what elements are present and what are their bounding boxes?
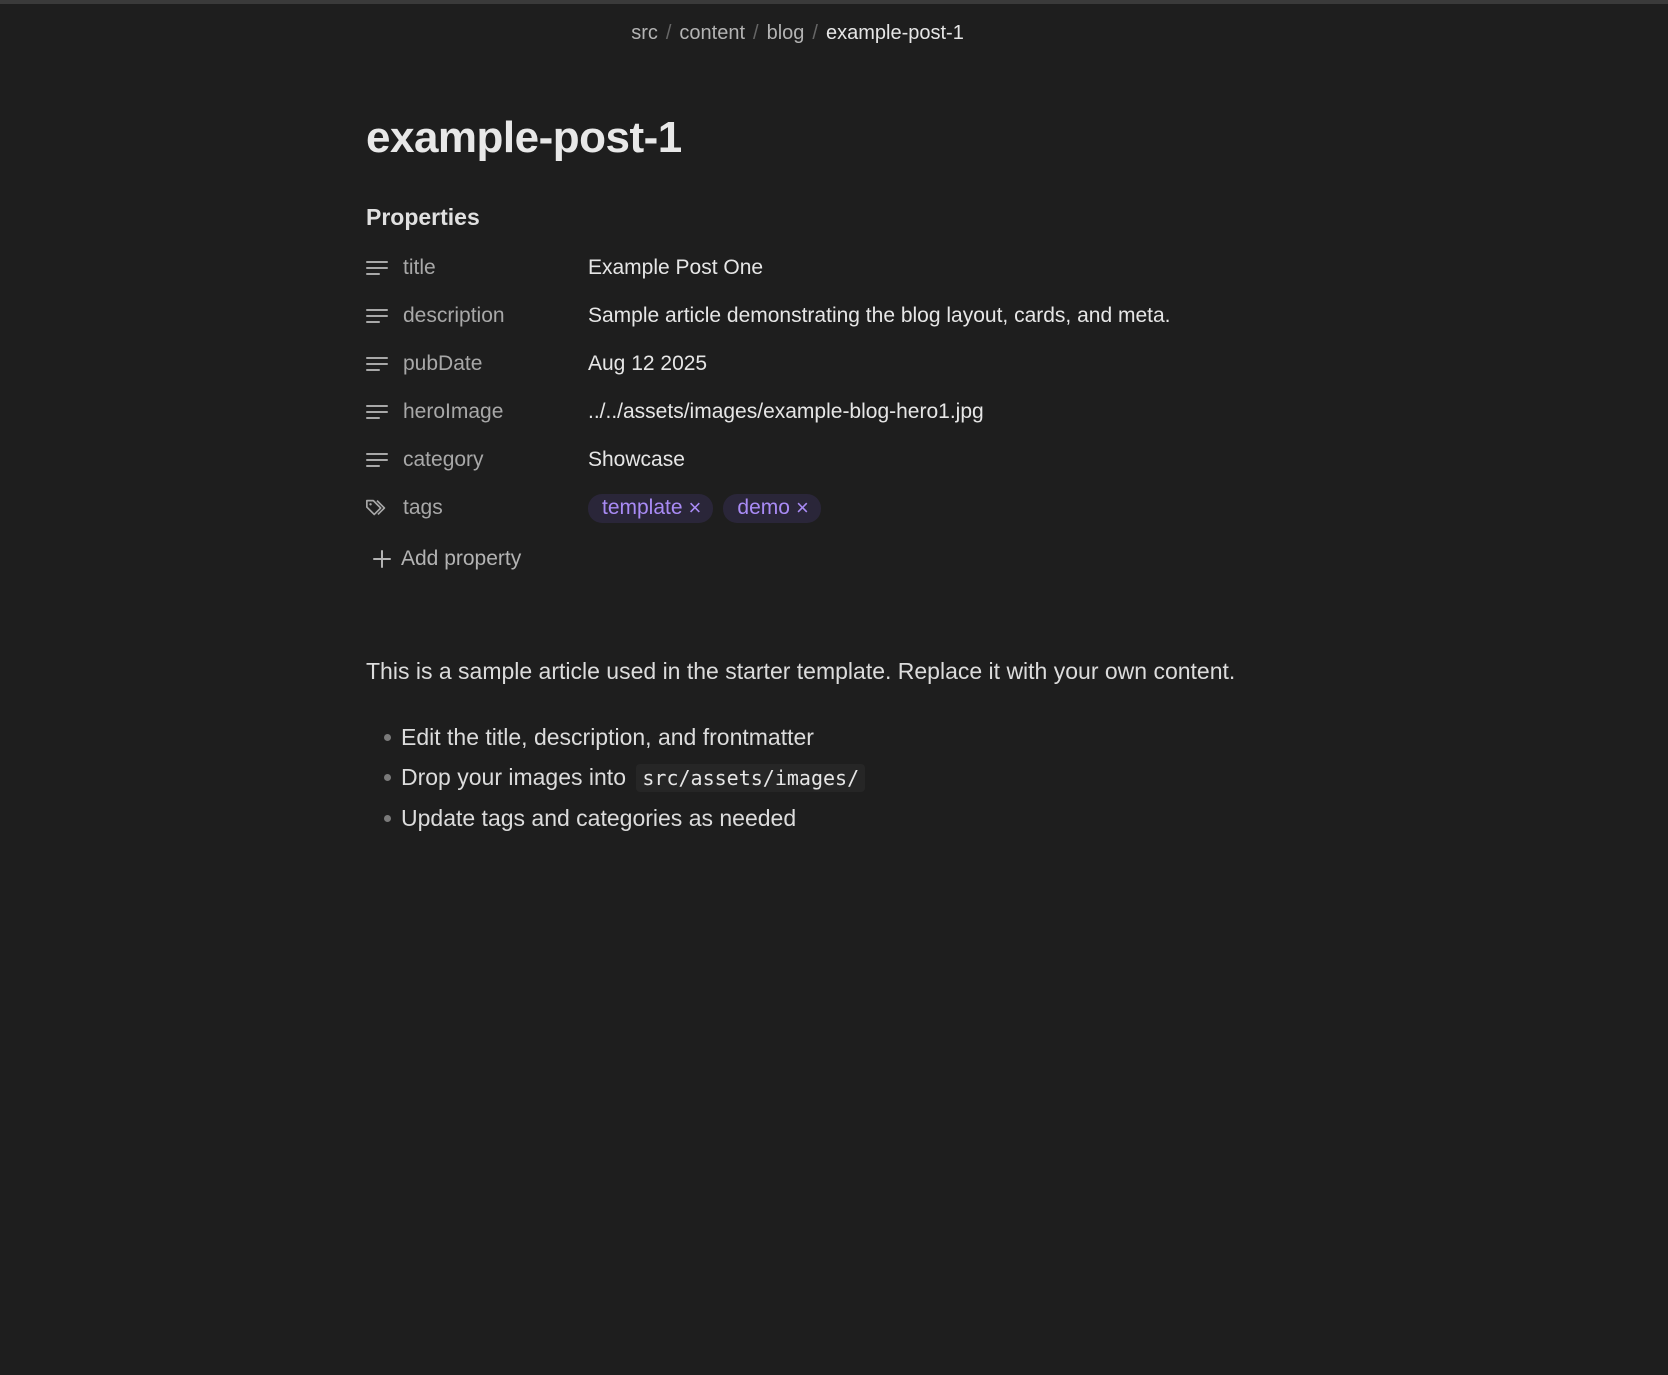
tags-icon[interactable] bbox=[365, 496, 389, 520]
text-lines-icon[interactable] bbox=[365, 352, 389, 376]
list-item[interactable]: Edit the title, description, and frontma… bbox=[366, 720, 1306, 754]
property-key[interactable]: category bbox=[366, 448, 588, 472]
list-item-text: Edit the title, description, and frontma… bbox=[401, 724, 814, 750]
property-value[interactable]: ../../assets/images/example-blog-hero1.j… bbox=[588, 400, 984, 424]
property-key[interactable]: pubDate bbox=[366, 352, 588, 376]
properties-list: title Example Post One description Sampl… bbox=[366, 244, 1306, 582]
remove-tag-icon[interactable]: × bbox=[689, 495, 702, 520]
property-key-label: tags bbox=[403, 496, 443, 519]
property-row-tags[interactable]: tags template × demo × bbox=[366, 484, 1306, 532]
property-key[interactable]: heroImage bbox=[366, 400, 588, 424]
bullet-dot-icon bbox=[384, 774, 391, 781]
property-key[interactable]: tags bbox=[366, 496, 588, 520]
list-item-text: Update tags and categories as needed bbox=[401, 805, 797, 831]
breadcrumb-current-file[interactable]: example-post-1 bbox=[826, 22, 964, 44]
breadcrumb: src / content / blog / example-post-1 bbox=[0, 18, 1595, 48]
properties-heading[interactable]: Properties bbox=[366, 200, 1306, 234]
property-key-label: title bbox=[403, 256, 436, 279]
property-key[interactable]: title bbox=[366, 256, 588, 280]
property-key[interactable]: description bbox=[366, 304, 588, 328]
tag-list: template × demo × bbox=[588, 493, 821, 523]
property-key-label: category bbox=[403, 448, 484, 471]
remove-tag-icon[interactable]: × bbox=[796, 495, 809, 520]
property-value[interactable]: Sample article demonstrating the blog la… bbox=[588, 304, 1170, 328]
note-content: example-post-1 Properties title Example … bbox=[366, 100, 1306, 841]
bullet-list: Edit the title, description, and frontma… bbox=[366, 720, 1306, 835]
property-key-label: heroImage bbox=[403, 400, 504, 423]
list-item[interactable]: Drop your images into src/assets/images/ bbox=[366, 760, 1306, 795]
tag-pill[interactable]: demo × bbox=[723, 493, 821, 523]
tag-label: template bbox=[602, 495, 683, 519]
tag-pill[interactable]: template × bbox=[588, 493, 714, 523]
property-key-label: pubDate bbox=[403, 352, 483, 375]
tag-label: demo bbox=[737, 495, 790, 519]
breadcrumb-separator: / bbox=[753, 22, 759, 44]
text-lines-icon[interactable] bbox=[365, 304, 389, 328]
property-row-title[interactable]: title Example Post One bbox=[366, 244, 1306, 292]
list-item[interactable]: Update tags and categories as needed bbox=[366, 801, 1306, 835]
plus-icon bbox=[371, 548, 393, 570]
page-title[interactable]: example-post-1 bbox=[366, 100, 1306, 176]
property-row-heroimage[interactable]: heroImage ../../assets/images/example-bl… bbox=[366, 388, 1306, 436]
list-item-text: Drop your images into bbox=[401, 764, 626, 790]
bullet-dot-icon bbox=[384, 815, 391, 822]
property-value[interactable]: Aug 12 2025 bbox=[588, 352, 707, 376]
text-lines-icon[interactable] bbox=[365, 448, 389, 472]
property-key-label: description bbox=[403, 304, 505, 327]
breadcrumb-src[interactable]: src bbox=[631, 22, 658, 44]
text-lines-icon[interactable] bbox=[365, 256, 389, 280]
text-lines-icon[interactable] bbox=[365, 400, 389, 424]
property-value[interactable]: Showcase bbox=[588, 448, 685, 472]
property-row-description[interactable]: description Sample article demonstrating… bbox=[366, 292, 1306, 340]
property-row-category[interactable]: category Showcase bbox=[366, 436, 1306, 484]
breadcrumb-blog[interactable]: blog bbox=[767, 22, 805, 44]
inline-code: src/assets/images/ bbox=[636, 764, 866, 792]
breadcrumb-separator: / bbox=[665, 22, 672, 44]
add-property-label: Add property bbox=[401, 547, 522, 570]
body-paragraph[interactable]: This is a sample article used in the sta… bbox=[366, 654, 1306, 688]
breadcrumb-separator: / bbox=[812, 22, 818, 44]
add-property-button[interactable]: Add property bbox=[366, 536, 1306, 582]
window-top-border bbox=[0, 0, 1668, 4]
property-value[interactable]: Example Post One bbox=[588, 256, 763, 280]
bullet-dot-icon bbox=[384, 734, 391, 741]
breadcrumb-content[interactable]: content bbox=[679, 22, 745, 44]
property-row-pubdate[interactable]: pubDate Aug 12 2025 bbox=[366, 340, 1306, 388]
